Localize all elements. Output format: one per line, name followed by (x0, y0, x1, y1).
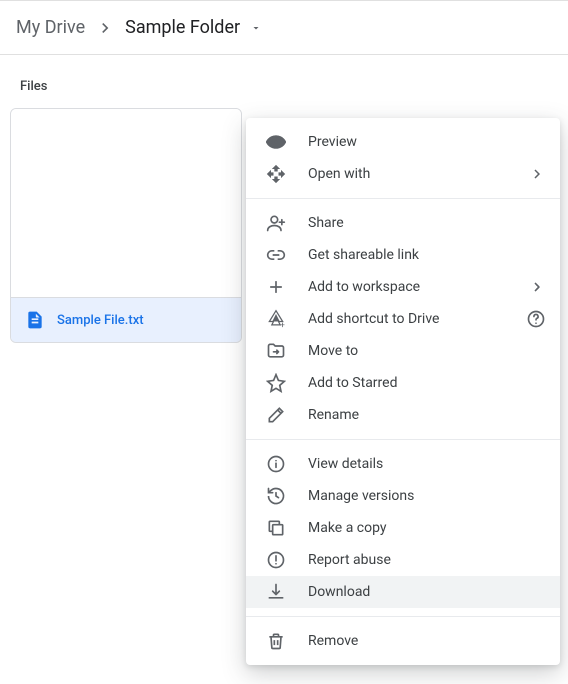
menu-label: Download (286, 584, 546, 600)
chevron-right-icon (528, 165, 546, 183)
menu-add-workspace[interactable]: Add to workspace (246, 271, 560, 303)
menu-divider (246, 198, 560, 199)
menu-rename[interactable]: Rename (246, 399, 560, 431)
help-icon[interactable] (526, 309, 546, 329)
person-add-icon (266, 213, 286, 233)
menu-share[interactable]: Share (246, 207, 560, 239)
menu-label: Remove (286, 633, 546, 649)
file-card[interactable]: Sample File.txt (10, 108, 242, 343)
menu-add-starred[interactable]: Add to Starred (246, 367, 560, 399)
menu-label: Manage versions (286, 488, 546, 504)
menu-label: Preview (286, 134, 546, 150)
menu-label: Add to Starred (286, 375, 546, 391)
report-icon (266, 550, 286, 570)
menu-open-with[interactable]: Open with (246, 158, 560, 190)
context-menu: Preview Open with Share Get shareable li… (246, 118, 560, 665)
menu-label: Add shortcut to Drive (286, 311, 526, 327)
menu-label: Report abuse (286, 552, 546, 568)
dropdown-caret-icon (250, 22, 262, 34)
pencil-icon (266, 405, 286, 425)
info-icon (266, 454, 286, 474)
copy-icon (266, 518, 286, 538)
menu-label: Share (286, 215, 546, 231)
menu-label: Add to workspace (286, 279, 528, 295)
breadcrumb-root[interactable]: My Drive (12, 15, 89, 40)
menu-divider (246, 439, 560, 440)
menu-remove[interactable]: Remove (246, 625, 560, 657)
menu-report-abuse[interactable]: Report abuse (246, 544, 560, 576)
open-with-icon (266, 164, 286, 184)
menu-download[interactable]: Download (246, 576, 560, 608)
menu-add-shortcut[interactable]: + Add shortcut to Drive (246, 303, 560, 335)
menu-preview[interactable]: Preview (246, 126, 560, 158)
plus-icon (266, 277, 286, 297)
star-icon (266, 373, 286, 393)
menu-view-details[interactable]: View details (246, 448, 560, 480)
menu-divider (246, 616, 560, 617)
drive-shortcut-icon: + (266, 309, 286, 329)
link-icon (266, 245, 286, 265)
breadcrumb-current-label: Sample Folder (125, 17, 240, 38)
breadcrumb-current[interactable]: Sample Folder (121, 15, 266, 40)
file-text-icon (25, 310, 45, 330)
menu-label: Make a copy (286, 520, 546, 536)
eye-icon (266, 132, 286, 152)
menu-shareable-link[interactable]: Get shareable link (246, 239, 560, 271)
menu-label: Open with (286, 166, 528, 182)
menu-label: Get shareable link (286, 247, 546, 263)
menu-move-to[interactable]: Move to (246, 335, 560, 367)
menu-label: Rename (286, 407, 546, 423)
history-icon (266, 486, 286, 506)
file-name: Sample File.txt (57, 313, 144, 328)
menu-manage-versions[interactable]: Manage versions (246, 480, 560, 512)
menu-label: Move to (286, 343, 546, 359)
file-preview-area (11, 109, 241, 298)
chevron-right-icon (528, 278, 546, 296)
menu-make-copy[interactable]: Make a copy (246, 512, 560, 544)
trash-icon (266, 631, 286, 651)
section-files-label: Files (10, 71, 558, 108)
file-footer: Sample File.txt (11, 298, 241, 342)
move-folder-icon (266, 341, 286, 361)
svg-text:+: + (280, 320, 285, 329)
download-icon (266, 582, 286, 602)
breadcrumb: My Drive Sample Folder (0, 1, 568, 54)
chevron-right-icon (95, 18, 115, 38)
menu-label: View details (286, 456, 546, 472)
